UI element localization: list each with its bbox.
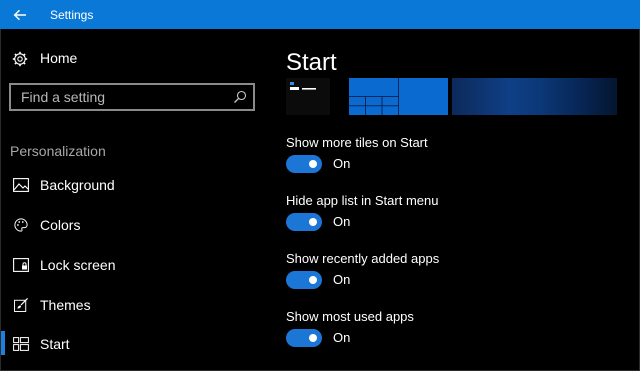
toggle-state: On (333, 272, 351, 287)
window-title: Settings (50, 7, 94, 22)
toggle-knob (309, 334, 317, 342)
toggle-knob (309, 160, 317, 168)
back-button[interactable] (0, 0, 40, 29)
start-tiles-icon (13, 337, 29, 351)
sidebar-item-label: Lock screen (40, 257, 116, 273)
active-indicator (1, 331, 5, 355)
setting-label: Show recently added apps (286, 251, 440, 266)
section-title: Personalization (10, 143, 106, 159)
sidebar: Home Personalization Background Colors (0, 29, 270, 371)
search-box (9, 83, 255, 111)
gear-icon (12, 51, 28, 67)
toggle-state: On (333, 156, 351, 171)
preview-tiles (349, 78, 448, 115)
back-arrow-icon (13, 9, 26, 20)
toggle-state: On (333, 214, 351, 229)
preview-desktop-wallpaper (452, 78, 617, 115)
search-icon[interactable] (233, 90, 247, 104)
most-used-apps-toggle[interactable] (286, 329, 322, 347)
setting-label: Hide app list in Start menu (286, 193, 439, 208)
hide-app-list-toggle[interactable] (286, 213, 322, 231)
picture-icon (13, 178, 29, 192)
sidebar-item-home[interactable]: Home (0, 47, 270, 69)
sidebar-item-label: Home (40, 50, 78, 66)
show-more-tiles-toggle[interactable] (286, 155, 322, 173)
page-title: Start (286, 49, 337, 76)
main-content: Start Show more tiles on Start On Hide a… (270, 29, 640, 371)
preview-start-menu (286, 78, 330, 115)
sidebar-item-background[interactable]: Background (0, 169, 270, 201)
sidebar-item-themes[interactable]: Themes (0, 289, 270, 321)
toggle-knob (309, 276, 317, 284)
toggle-state: On (333, 330, 351, 345)
preview-menu-glyph (290, 82, 316, 90)
setting-label: Show more tiles on Start (286, 135, 428, 150)
sidebar-item-start[interactable]: Start (0, 328, 270, 360)
search-input[interactable] (11, 85, 221, 109)
sidebar-item-colors[interactable]: Colors (0, 209, 270, 241)
sidebar-item-lock-screen[interactable]: Lock screen (0, 249, 270, 281)
palette-icon (14, 218, 28, 232)
sidebar-item-label: Background (40, 177, 115, 193)
sidebar-item-label: Start (40, 336, 70, 352)
start-layout-preview (286, 78, 617, 115)
brush-icon (14, 298, 28, 312)
lock-screen-icon (13, 258, 29, 272)
recently-added-apps-toggle[interactable] (286, 271, 322, 289)
toggle-knob (309, 218, 317, 226)
title-bar: Settings (0, 0, 640, 29)
setting-label: Show most used apps (286, 309, 414, 324)
sidebar-item-label: Themes (40, 297, 91, 313)
sidebar-item-label: Colors (40, 217, 81, 233)
